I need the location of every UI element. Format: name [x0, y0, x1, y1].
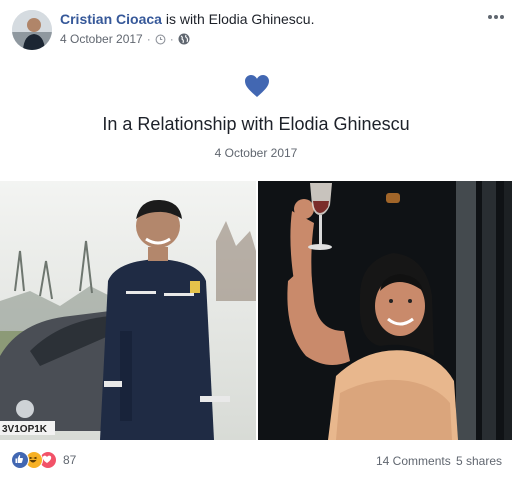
more-options-icon[interactable] — [486, 10, 506, 24]
tagged-person-link[interactable]: Elodia Ghinescu. — [209, 11, 315, 27]
globe-icon[interactable] — [178, 33, 190, 45]
comments-count-link[interactable]: 14 Comments — [376, 454, 451, 468]
photo-man-with-car[interactable]: 3V1OP1K — [0, 181, 256, 440]
clock-icon — [155, 34, 166, 44]
shares-count-link[interactable]: 5 shares — [456, 454, 502, 468]
author-name-link[interactable]: Cristian Cioaca — [60, 11, 162, 27]
photo-woman-toasting[interactable] — [258, 181, 512, 440]
post-author-line: Cristian Cioaca is with Elodia Ghinescu. — [60, 11, 314, 27]
with-text: is with — [161, 11, 209, 27]
post-date-link[interactable]: 4 October 2017 — [60, 32, 143, 46]
reactions-summary[interactable]: 87 — [11, 451, 76, 469]
post-header: Cristian Cioaca is with Elodia Ghinescu.… — [0, 0, 512, 60]
meta-separator: · — [169, 32, 174, 46]
life-event-title: In a Relationship with Elodia Ghinescu — [102, 114, 410, 134]
post-meta: 4 October 2017 · · — [60, 32, 190, 46]
photo-grid: 3V1OP1K — [0, 181, 512, 440]
like-reaction-icon — [11, 451, 29, 469]
life-event-date: 4 October 2017 — [214, 146, 298, 160]
reaction-count: 87 — [63, 453, 77, 467]
post-footer: 87 14 Comments 5 shares — [0, 446, 512, 476]
author-avatar[interactable] — [12, 10, 52, 50]
heart-icon — [245, 75, 269, 97]
life-event-card: In a Relationship with Elodia Ghinescu 4… — [0, 66, 512, 176]
meta-separator: · — [146, 32, 151, 46]
license-plate-text: 3V1OP1K — [2, 424, 48, 435]
